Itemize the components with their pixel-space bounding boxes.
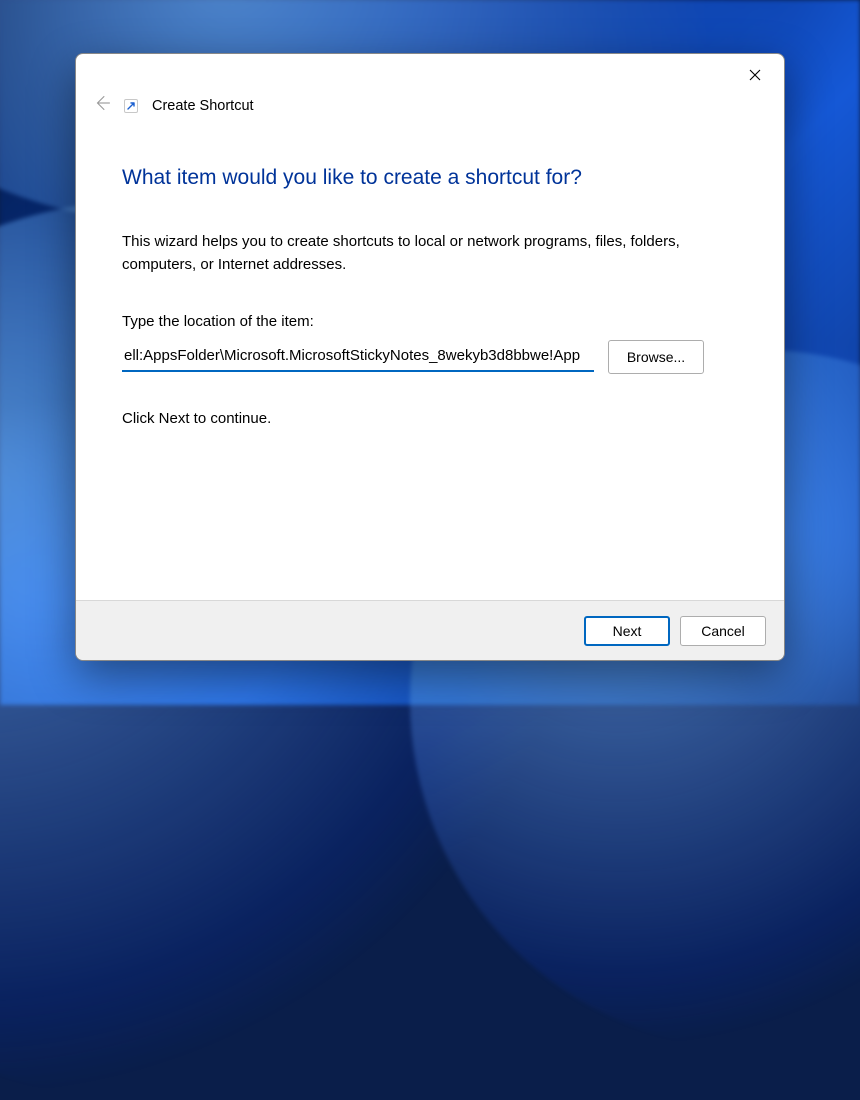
shortcut-icon: [124, 99, 138, 113]
wizard-header: Create Shortcut: [76, 94, 784, 118]
description-text: This wizard helps you to create shortcut…: [122, 230, 712, 277]
cancel-button[interactable]: Cancel: [680, 616, 766, 646]
browse-button[interactable]: Browse...: [608, 340, 704, 374]
back-arrow-icon: [90, 94, 114, 118]
location-input[interactable]: [122, 342, 594, 372]
wizard-title: Create Shortcut: [152, 98, 254, 114]
page-heading: What item would you like to create a sho…: [122, 166, 738, 190]
next-button[interactable]: Next: [584, 616, 670, 646]
titlebar: [76, 54, 784, 96]
wizard-footer: Next Cancel: [76, 600, 784, 660]
wizard-content: What item would you like to create a sho…: [76, 118, 784, 600]
location-input-row: Browse...: [122, 340, 738, 374]
create-shortcut-dialog: Create Shortcut What item would you like…: [75, 53, 785, 661]
close-button[interactable]: [740, 60, 770, 90]
location-label: Type the location of the item:: [122, 313, 738, 330]
continue-instruction: Click Next to continue.: [122, 410, 738, 427]
